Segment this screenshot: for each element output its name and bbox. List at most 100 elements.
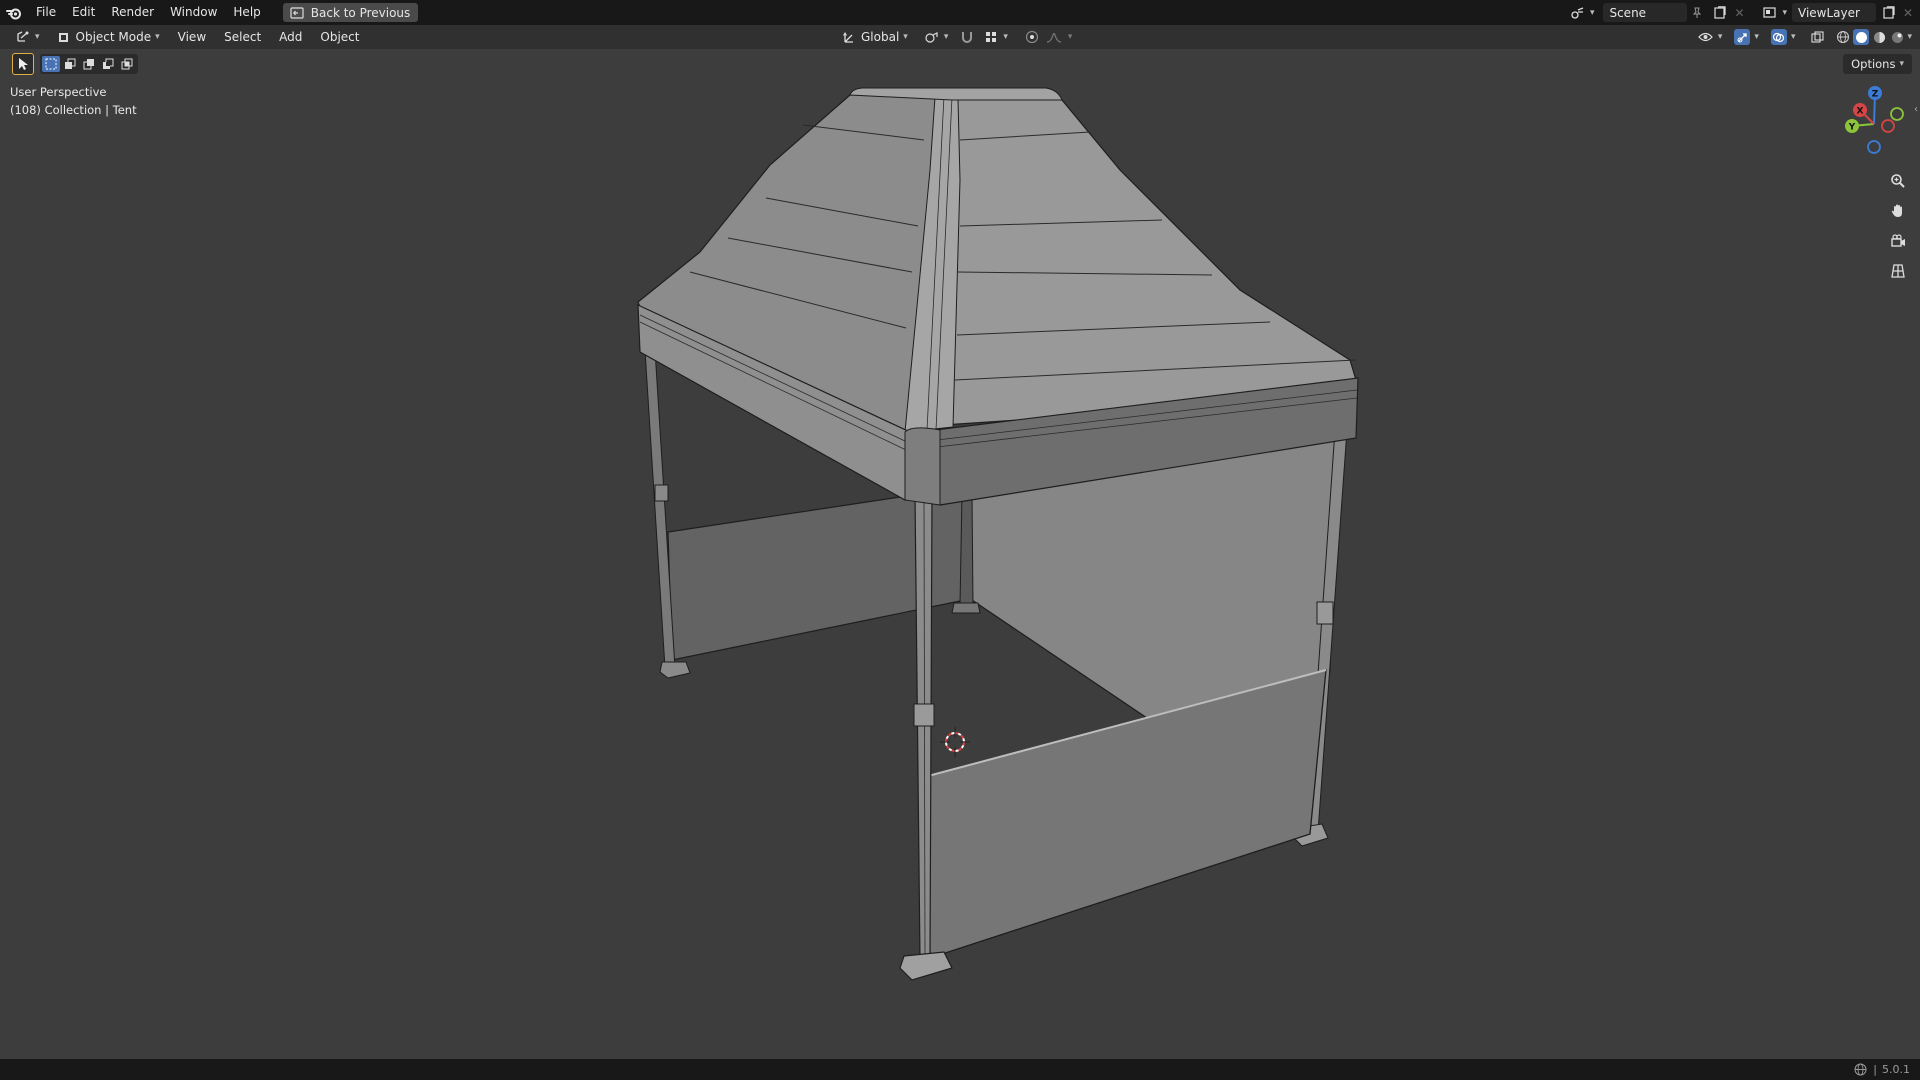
top-bar: File Edit Render Window Help Back to Pre… xyxy=(0,0,1920,25)
viewlayer-name: ViewLayer xyxy=(1798,5,1860,20)
pin-icon[interactable] xyxy=(1689,5,1705,21)
menu-select[interactable]: Select xyxy=(215,25,270,49)
scene-name: Scene xyxy=(1609,5,1647,20)
gizmo-x-label: X xyxy=(1857,107,1864,117)
solid-shading-icon[interactable] xyxy=(1853,29,1870,45)
select-extend-icon[interactable] xyxy=(61,56,79,72)
falloff-icon[interactable] xyxy=(1046,29,1062,45)
selection-mode-group xyxy=(40,54,138,74)
new-viewlayer-icon[interactable] xyxy=(1880,5,1896,21)
scene-icon xyxy=(1570,5,1586,21)
viewlayer-name-field[interactable]: ViewLayer xyxy=(1792,3,1876,22)
transform-orientation-dropdown[interactable]: Global ▾ xyxy=(836,28,913,47)
menu-object[interactable]: Object xyxy=(311,25,368,49)
pivot-dropdown[interactable]: ▾ xyxy=(919,28,954,47)
proportional-edit-icon[interactable] xyxy=(1024,29,1040,45)
delete-scene-icon[interactable]: ✕ xyxy=(1731,5,1747,21)
menu-render[interactable]: Render xyxy=(103,0,162,25)
snap-toggle-icon[interactable] xyxy=(959,29,975,45)
viewlayer-icon xyxy=(1762,5,1778,21)
menu-add[interactable]: Add xyxy=(270,25,311,49)
status-bar: | 5.0.1 xyxy=(0,1059,1920,1080)
viewport-header: ▾ Object Mode ▾ View Select Add Object G… xyxy=(0,25,1920,49)
camera-view-button[interactable] xyxy=(1886,230,1910,254)
menu-window[interactable]: Window xyxy=(162,0,225,25)
mode-dropdown[interactable]: Object Mode ▾ xyxy=(51,28,165,47)
neg-z-axis-handle xyxy=(1867,140,1881,154)
chevron-down-icon: ▾ xyxy=(1790,32,1796,42)
hand-icon xyxy=(1890,203,1906,222)
neg-y-axis-handle xyxy=(1890,107,1904,121)
select-invert-icon[interactable] xyxy=(99,56,117,72)
gizmo-toggle-icon xyxy=(1734,29,1751,45)
options-label: Options xyxy=(1851,57,1896,71)
new-scene-icon[interactable] xyxy=(1711,5,1727,21)
chevron-down-icon: ▾ xyxy=(943,32,949,42)
editor-type-dropdown[interactable]: ▾ xyxy=(10,28,45,47)
pivot-icon xyxy=(924,29,940,45)
chevron-down-icon: ▾ xyxy=(903,32,908,42)
options-dropdown[interactable]: Options ▾ xyxy=(1843,54,1912,74)
scene-type-dropdown[interactable]: ▾ xyxy=(1565,3,1600,22)
visibility-dropdown[interactable]: ▾ xyxy=(1696,28,1725,47)
object-mode-icon xyxy=(56,29,72,45)
3d-viewport[interactable]: User Perspective (108) Collection | Tent… xyxy=(0,49,1920,1059)
menu-file[interactable]: File xyxy=(28,0,64,25)
snap-grid-icon xyxy=(983,29,999,45)
back-to-previous-label: Back to Previous xyxy=(310,5,411,20)
material-shading-icon[interactable] xyxy=(1871,29,1887,45)
topbar-right: ▾ Scene ✕ ▾ ViewLayer ✕ xyxy=(1565,0,1920,25)
chevron-down-icon: ▾ xyxy=(155,32,160,42)
transform-orientation-label: Global xyxy=(861,30,900,44)
cursor-arrow-icon xyxy=(15,56,31,72)
navigation-gizmo[interactable]: Z X Y xyxy=(1838,84,1908,164)
shading-modes: ▾ xyxy=(1835,29,1912,45)
select-intersect-icon[interactable] xyxy=(118,56,136,72)
transform-controls: Global ▾ ▾ ▾ ▾ xyxy=(836,27,1072,47)
select-new-icon[interactable] xyxy=(42,56,60,72)
scene-name-field[interactable]: Scene xyxy=(1603,3,1688,22)
wireframe-shading-icon[interactable] xyxy=(1835,29,1851,45)
chevron-down-icon: ▾ xyxy=(1717,32,1723,42)
collection-label: (108) Collection | Tent xyxy=(10,103,137,117)
rendered-shading-icon[interactable] xyxy=(1889,29,1905,45)
blender-logo-icon[interactable] xyxy=(0,0,28,25)
eye-selectability-icon xyxy=(1698,29,1714,45)
ortho-toggle-button[interactable] xyxy=(1886,260,1910,284)
chevron-down-icon: ▾ xyxy=(1003,32,1008,42)
perspective-label: User Perspective xyxy=(10,85,107,99)
gizmo-dropdown[interactable]: ▾ xyxy=(1732,28,1761,47)
select-subtract-icon[interactable] xyxy=(80,56,98,72)
chevron-down-icon: ▾ xyxy=(1589,7,1595,18)
grid-icon xyxy=(1890,263,1906,282)
neg-x-axis-handle xyxy=(1881,119,1895,133)
3d-viewport-icon xyxy=(15,29,31,45)
sidebar-toggle-icon[interactable]: ‹ xyxy=(1914,104,1918,115)
gizmo-z-label: Z xyxy=(1872,90,1879,100)
chevron-down-icon: ▾ xyxy=(35,32,40,42)
select-tool-button[interactable] xyxy=(12,53,34,75)
viewlayer-type-dropdown[interactable]: ▾ xyxy=(1757,3,1792,22)
network-globe-icon[interactable] xyxy=(1852,1062,1868,1078)
back-to-previous-button[interactable]: Back to Previous xyxy=(282,3,419,22)
xray-toggle-icon[interactable] xyxy=(1809,29,1825,45)
chevron-down-icon: ▾ xyxy=(1754,32,1759,42)
overlay-dropdown[interactable]: ▾ xyxy=(1769,28,1798,47)
chevron-down-icon[interactable]: ▾ xyxy=(1907,32,1912,42)
gizmo-y-label: Y xyxy=(1848,123,1856,133)
chevron-down-icon: ▾ xyxy=(1899,59,1904,69)
back-icon xyxy=(289,5,305,21)
chevron-down-icon: ▾ xyxy=(1782,7,1787,18)
pan-button[interactable] xyxy=(1886,200,1910,224)
mode-label: Object Mode xyxy=(75,30,152,44)
zoom-button[interactable] xyxy=(1886,170,1910,194)
menu-help[interactable]: Help xyxy=(225,0,268,25)
delete-viewlayer-icon[interactable]: ✕ xyxy=(1900,5,1916,21)
menu-view[interactable]: View xyxy=(169,25,215,49)
version-label: 5.0.1 xyxy=(1882,1063,1910,1076)
menu-edit[interactable]: Edit xyxy=(64,0,103,25)
camera-icon xyxy=(1890,233,1906,252)
tent-model[interactable] xyxy=(0,49,1920,1059)
snap-target-dropdown[interactable]: ▾ xyxy=(981,28,1010,47)
orientation-icon xyxy=(841,29,857,45)
